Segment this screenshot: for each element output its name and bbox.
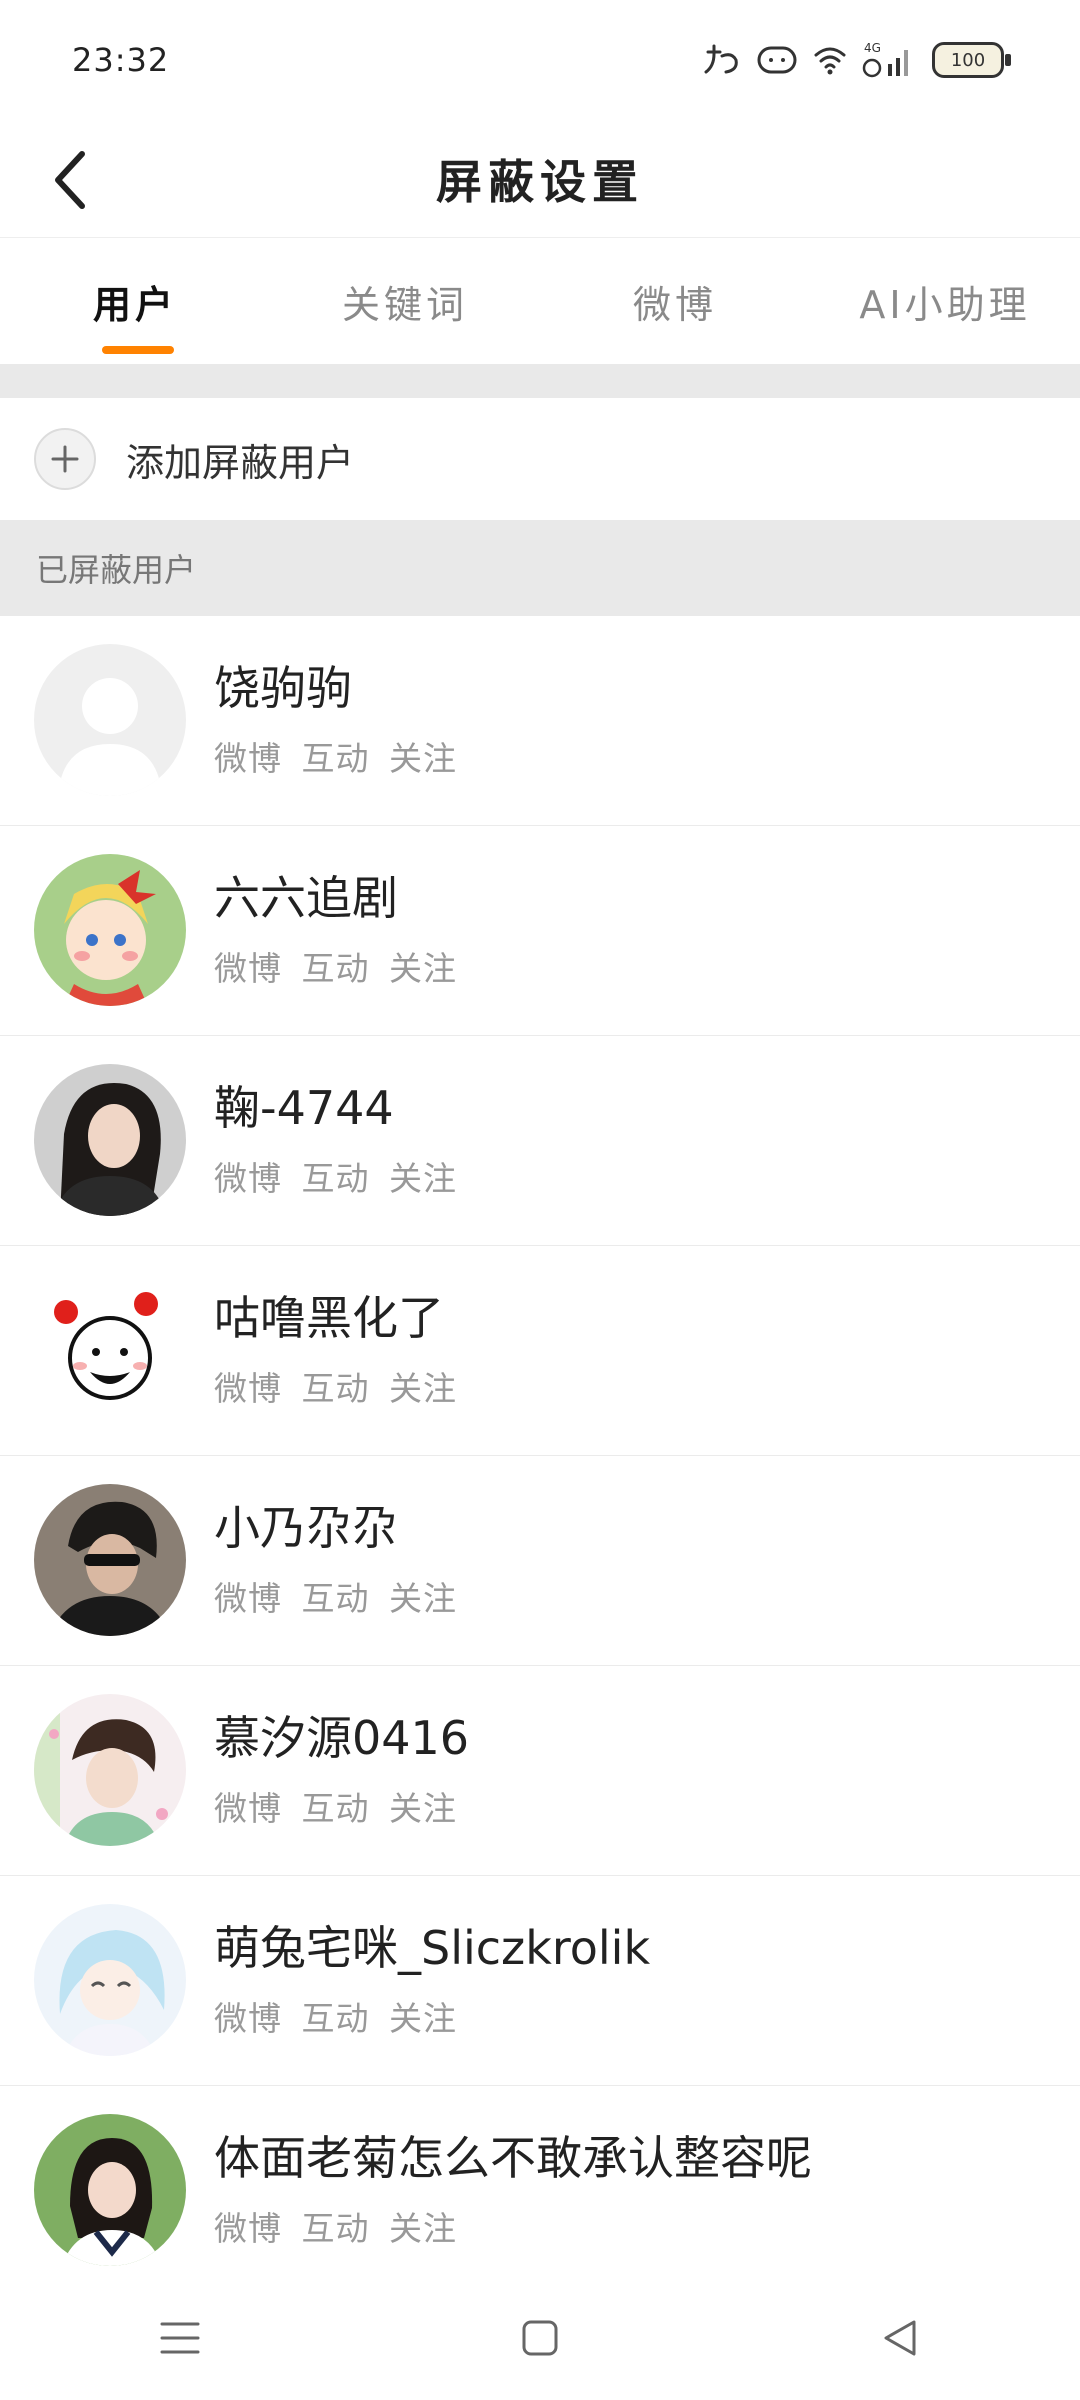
app-notification-icon bbox=[702, 42, 742, 78]
back-triangle-icon[interactable] bbox=[860, 2298, 940, 2378]
back-button[interactable] bbox=[30, 140, 110, 220]
status-time: 23:32 bbox=[72, 41, 170, 79]
menu-icon[interactable] bbox=[140, 2298, 220, 2378]
add-blocked-user-label: 添加屏蔽用户 bbox=[126, 440, 355, 485]
user-meta: 微博 互动 关注 bbox=[214, 949, 457, 988]
avatar bbox=[34, 1904, 186, 2056]
user-name: 鞠-4744 bbox=[214, 1081, 394, 1135]
signal-4g-icon: 4G bbox=[862, 40, 918, 80]
user-name: 咕噜黑化了 bbox=[214, 1291, 444, 1345]
tab-weibo[interactable]: 微博 bbox=[540, 238, 810, 364]
user-meta: 微博 互动 关注 bbox=[214, 1159, 457, 1198]
list-item[interactable]: 萌兔宅咪_Sliczkrolik 微博 互动 关注 bbox=[0, 1876, 1080, 2086]
list-item[interactable]: 六六追剧 微博 互动 关注 bbox=[0, 826, 1080, 1036]
battery-icon: 100 bbox=[932, 42, 1011, 78]
avatar bbox=[34, 854, 186, 1006]
user-name: 六六追剧 bbox=[214, 871, 398, 925]
avatar bbox=[34, 1064, 186, 1216]
divider bbox=[0, 364, 1080, 398]
user-name: 体面老菊怎么不敢承认整容呢 bbox=[214, 2131, 812, 2185]
user-meta: 微博 互动 关注 bbox=[214, 739, 457, 778]
user-name: 萌兔宅咪_Sliczkrolik bbox=[214, 1921, 651, 1975]
list-item[interactable]: 小乃尕尕 微博 互动 关注 bbox=[0, 1456, 1080, 1666]
user-meta: 微博 互动 关注 bbox=[214, 1999, 457, 2038]
avatar bbox=[34, 1484, 186, 1636]
tab-keywords[interactable]: 关键词 bbox=[270, 238, 540, 364]
user-name: 慕汐源0416 bbox=[214, 1711, 470, 1765]
back-arrow-icon bbox=[55, 151, 85, 209]
user-meta: 微博 互动 关注 bbox=[214, 1789, 457, 1828]
status-icons: 4G 100 bbox=[702, 40, 1011, 80]
list-item[interactable]: 鞠-4744 微博 互动 关注 bbox=[0, 1036, 1080, 1246]
plus-icon bbox=[34, 428, 96, 490]
avatar bbox=[34, 1274, 186, 1426]
avatar bbox=[34, 1694, 186, 1846]
wifi-icon bbox=[812, 43, 848, 77]
user-meta: 微博 互动 关注 bbox=[214, 1369, 457, 1408]
list-item[interactable]: 体面老菊怎么不敢承认整容呢 微博 互动 关注 bbox=[0, 2086, 1080, 2296]
add-blocked-user-button[interactable]: 添加屏蔽用户 bbox=[0, 398, 1080, 520]
list-item[interactable]: 咕噜黑化了 微博 互动 关注 bbox=[0, 1246, 1080, 1456]
system-nav-bar bbox=[0, 2276, 1080, 2400]
avatar bbox=[34, 644, 186, 796]
header: 屏蔽设置 bbox=[0, 120, 1080, 238]
cloud-face-icon bbox=[756, 43, 798, 77]
user-meta: 微博 互动 关注 bbox=[214, 1579, 457, 1618]
user-name: 饶驹驹 bbox=[214, 661, 352, 715]
status-bar: 23:32 4G 100 bbox=[0, 0, 1080, 120]
home-square-icon[interactable] bbox=[500, 2298, 580, 2378]
blocked-user-list: 饶驹驹 微博 互动 关注 六六追剧 微博 互动 关注 鞠-4744 微博 互动 … bbox=[0, 616, 1080, 2296]
tab-ai-assistant[interactable]: AI小助理 bbox=[810, 238, 1080, 364]
page-title: 屏蔽设置 bbox=[436, 154, 644, 209]
list-item[interactable]: 慕汐源0416 微博 互动 关注 bbox=[0, 1666, 1080, 1876]
user-name: 小乃尕尕 bbox=[214, 1501, 398, 1555]
active-tab-indicator bbox=[102, 346, 174, 354]
user-meta: 微博 互动 关注 bbox=[214, 2209, 457, 2248]
svg-text:4G: 4G bbox=[864, 41, 881, 55]
list-item[interactable]: 饶驹驹 微博 互动 关注 bbox=[0, 616, 1080, 826]
section-header: 已屏蔽用户 bbox=[0, 520, 1080, 616]
avatar bbox=[34, 2114, 186, 2266]
